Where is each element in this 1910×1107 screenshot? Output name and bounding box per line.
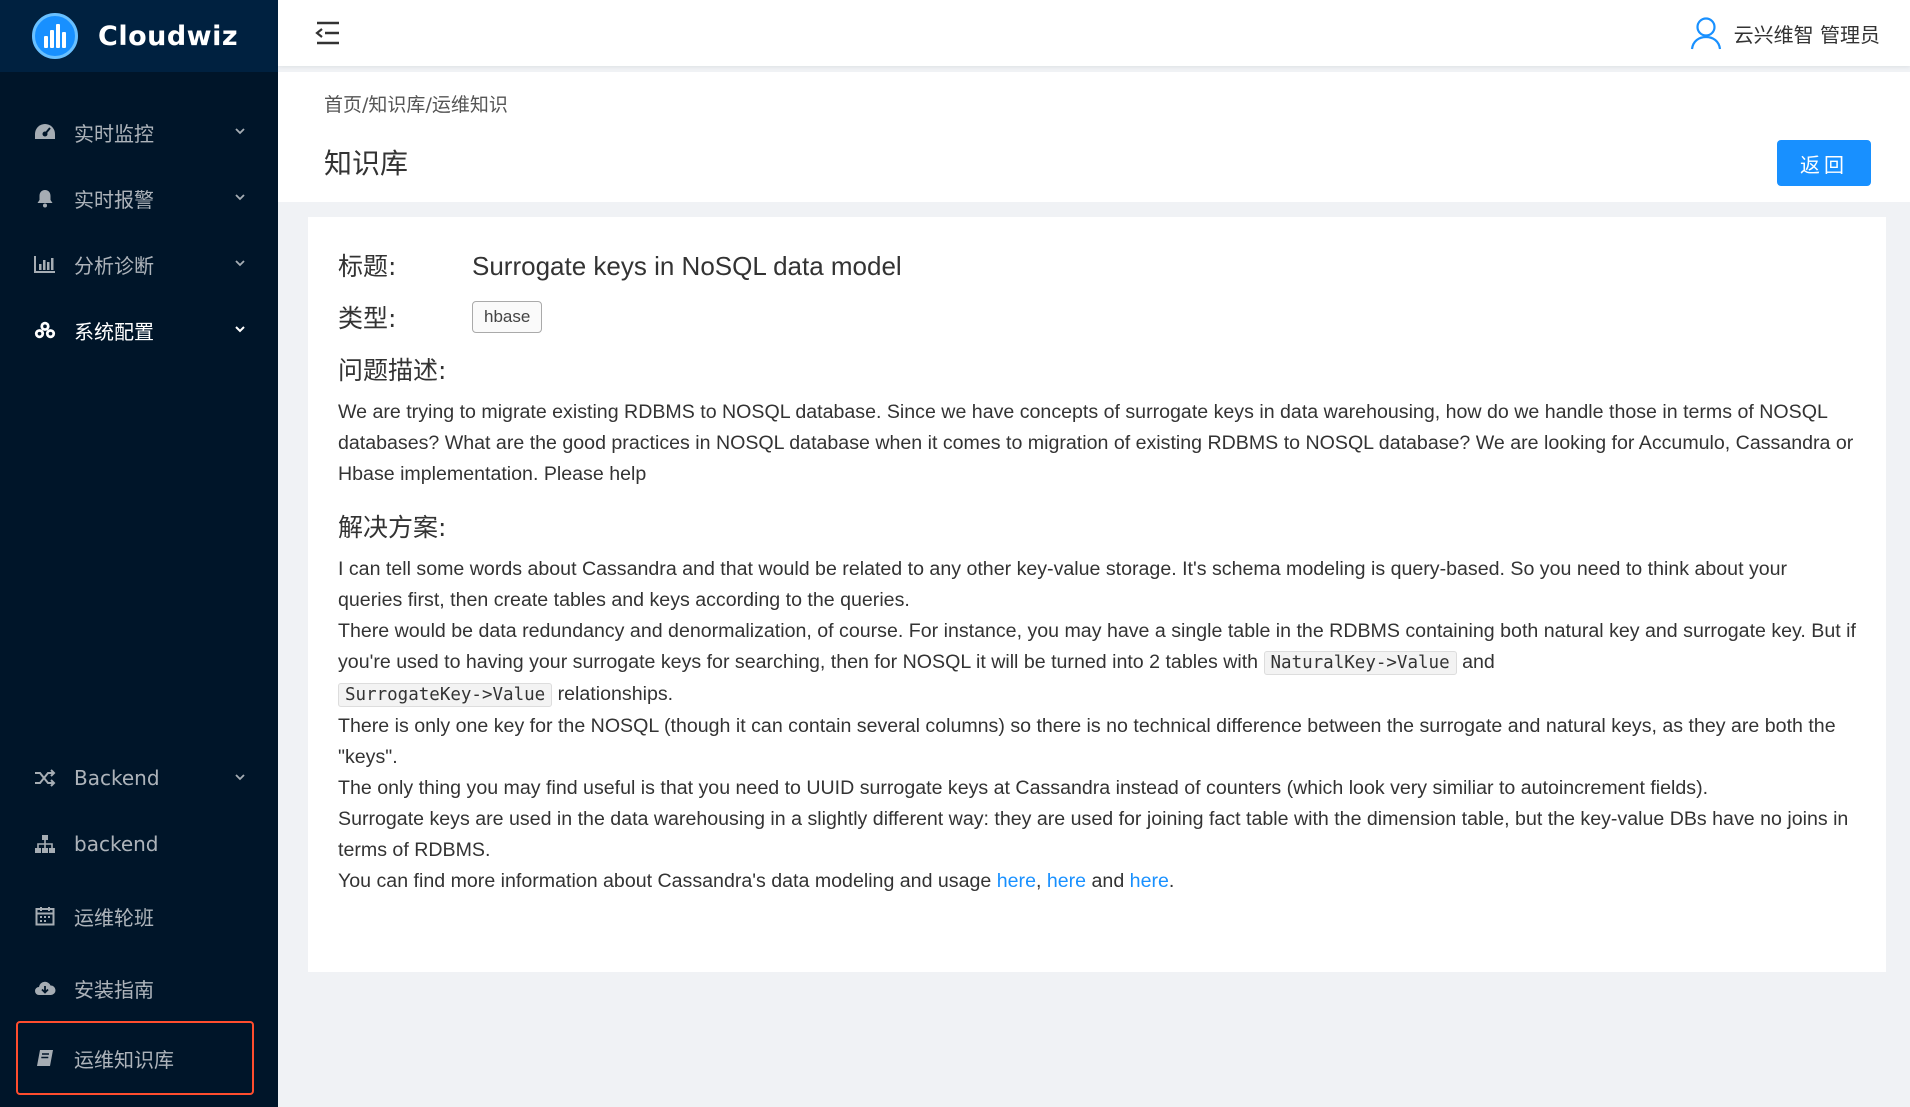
solution-text: You can find more information about Cass… [338, 870, 997, 892]
sidebar-item-analysis[interactable]: 分析诊断 [0, 235, 278, 293]
solution-text: , [1035, 870, 1047, 892]
sidebar-item-backend-group[interactable]: Backend [0, 749, 278, 807]
solution-paragraph: You can find more information about Cass… [338, 866, 1856, 897]
code-natural-key: NaturalKey->Value [1263, 651, 1457, 675]
problem-heading: 问题描述: [338, 356, 447, 385]
chevron-down-icon [235, 326, 245, 333]
solution-body: I can tell some words about Cassandra an… [338, 554, 1856, 897]
code-surrogate-key: SurrogateKey->Value [338, 683, 553, 707]
sidebar-item-label: Backend [74, 766, 160, 790]
calendar-icon [34, 905, 56, 927]
link-here-1[interactable]: here [997, 870, 1036, 892]
sidebar-item-system-config[interactable]: 系统配置 [0, 301, 278, 359]
page-title: 知识库 [324, 147, 409, 180]
solution-paragraph: There is only one key for the NOSQL (tho… [338, 715, 1836, 768]
app-name: Cloudwiz [98, 20, 239, 52]
user-icon [1690, 17, 1721, 50]
link-here-2[interactable]: here [1047, 870, 1086, 892]
breadcrumb-home[interactable]: 首页 [324, 94, 362, 116]
solution-text: . [1168, 870, 1175, 892]
sidebar-item-label: 安装指南 [74, 977, 154, 1002]
sidebar-item-install-guide[interactable]: 安装指南 [0, 959, 278, 1017]
menu-fold-icon[interactable] [314, 20, 342, 46]
bell-icon [34, 187, 56, 209]
sidebar-item-label: 运维知识库 [74, 1047, 174, 1072]
solution-paragraph: There would be data redundancy and denor… [338, 616, 1856, 711]
breadcrumb-knowledge-base[interactable]: 知识库 [368, 94, 425, 116]
solution-text: and [1086, 870, 1130, 892]
link-here-3[interactable]: here [1130, 870, 1169, 892]
solution-text: and [1456, 651, 1495, 673]
sidebar: Cloudwiz 实时监控 实时报警 分析诊断 系统配置 Backend bac… [0, 0, 278, 1107]
sidebar-item-label: 运维轮班 [74, 905, 154, 930]
type-row: 类型: hbase [338, 299, 1856, 335]
solution-paragraph: Surrogate keys are used in the data ware… [338, 808, 1849, 861]
article-card: 标题: Surrogate keys in NoSQL data model 类… [308, 217, 1886, 972]
cubes-icon [34, 319, 56, 341]
solution-paragraph: I can tell some words about Cassandra an… [338, 558, 1788, 611]
sidebar-item-label: 分析诊断 [74, 253, 154, 278]
solution-text: There would be data redundancy and denor… [338, 620, 1856, 673]
sidebar-item-ops-shift[interactable]: 运维轮班 [0, 887, 278, 945]
cloudwiz-logo-icon [32, 13, 78, 59]
breadcrumb: 首页/知识库/运维知识 [324, 90, 508, 117]
sidebar-item-backend[interactable]: backend [0, 815, 278, 873]
page-header: 首页/知识库/运维知识 知识库 返回 [278, 72, 1910, 202]
solution-text: relationships. [552, 683, 674, 705]
sidebar-item-label: 实时监控 [74, 121, 154, 146]
sidebar-item-label: 实时报警 [74, 187, 154, 212]
title-label: 标题: [338, 252, 397, 281]
article-title: Surrogate keys in NoSQL data model [472, 251, 902, 281]
bar-chart-icon [34, 253, 56, 275]
type-tag: hbase [472, 301, 543, 333]
sitemap-icon [34, 833, 56, 855]
title-row: 标题: Surrogate keys in NoSQL data model [338, 247, 1856, 283]
chevron-down-icon [235, 194, 245, 201]
type-label: 类型: [338, 304, 397, 333]
book-icon [34, 1047, 56, 1069]
user-menu[interactable]: 云兴维智 管理员 [1690, 14, 1880, 52]
sidebar-item-ops-knowledge-base[interactable]: 运维知识库 [16, 1021, 254, 1095]
solution-heading: 解决方案: [338, 513, 447, 542]
sidebar-item-label: 系统配置 [74, 319, 154, 344]
chevron-down-icon [235, 260, 245, 267]
app-logo[interactable]: Cloudwiz [0, 0, 278, 72]
user-name: 云兴维智 管理员 [1733, 22, 1880, 47]
back-button[interactable]: 返回 [1777, 140, 1871, 186]
solution-paragraph: The only thing you may find useful is th… [338, 777, 1709, 799]
chevron-down-icon [235, 128, 245, 135]
breadcrumb-current: 运维知识 [431, 94, 508, 116]
chevron-down-icon [235, 774, 245, 781]
sidebar-item-realtime-monitor[interactable]: 实时监控 [0, 103, 278, 161]
cloud-download-icon [34, 977, 56, 999]
top-header: 云兴维智 管理员 [278, 0, 1910, 66]
dashboard-icon [34, 121, 56, 143]
shuffle-icon [34, 767, 56, 789]
sidebar-item-label: backend [74, 832, 159, 856]
problem-text: We are trying to migrate existing RDBMS … [338, 401, 1854, 485]
sidebar-item-realtime-alarm[interactable]: 实时报警 [0, 169, 278, 227]
problem-description: We are trying to migrate existing RDBMS … [338, 397, 1856, 490]
